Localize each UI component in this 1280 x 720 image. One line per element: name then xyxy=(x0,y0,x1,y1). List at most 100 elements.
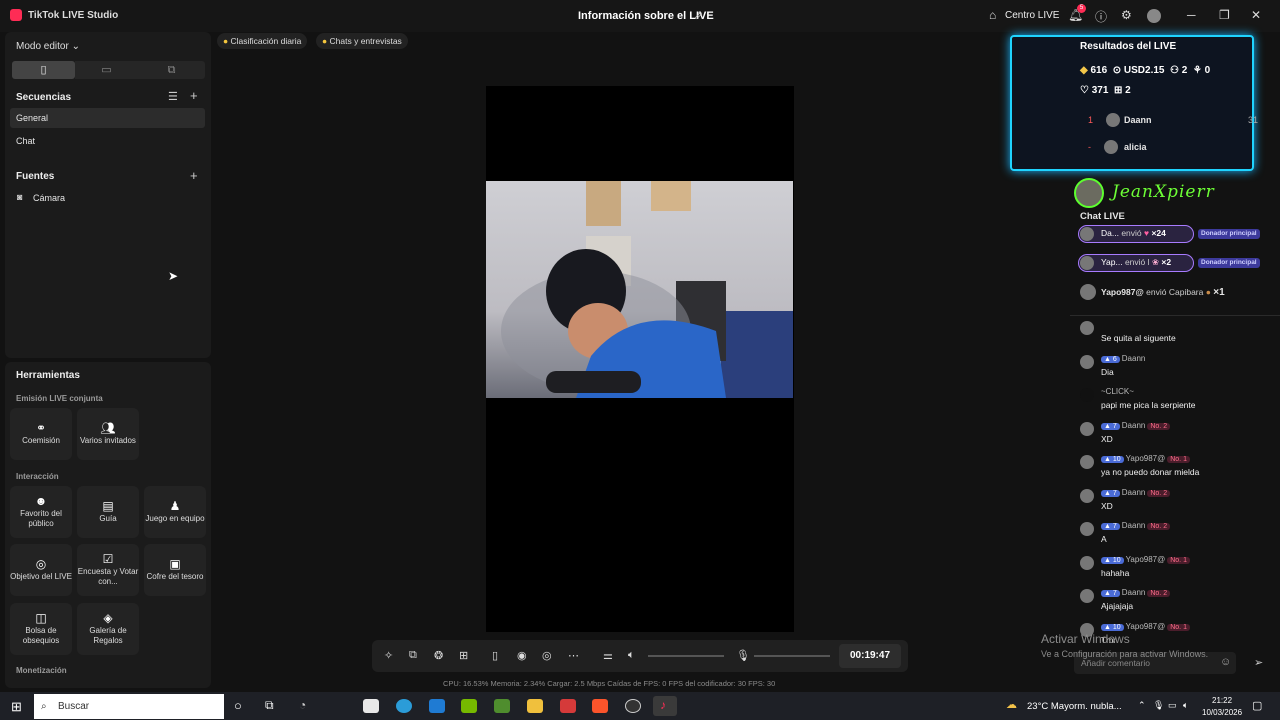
centro-live-button[interactable]: Centro LIVE xyxy=(1005,10,1059,21)
guide-tool[interactable]: ▤ Guía xyxy=(77,486,139,538)
list-icon[interactable]: ☰ xyxy=(168,90,178,103)
weather-text[interactable]: 23°C Mayorm. nubla... xyxy=(1027,701,1122,712)
sequence-item-general[interactable]: General xyxy=(10,108,205,128)
chat-username[interactable]: Daann xyxy=(1122,588,1146,597)
phone-icon[interactable]: ▯ xyxy=(492,649,498,662)
app-icon[interactable] xyxy=(560,699,576,713)
minimize-icon[interactable]: ─ xyxy=(1187,8,1196,22)
poll-tool[interactable]: ☑ Encuesta y Votar con... xyxy=(77,544,139,596)
rank-user[interactable]: alicia xyxy=(1124,142,1147,152)
chat-username[interactable]: Daann xyxy=(1122,521,1146,530)
level-badge: ▲ 7 xyxy=(1101,489,1120,497)
notification-badge: 5 xyxy=(1077,4,1086,13)
mode-label: Modo editor xyxy=(16,41,69,52)
team-game-tool[interactable]: ♟ Juego en equipo xyxy=(144,486,206,538)
settings-gear-icon[interactable]: ⚙ xyxy=(1121,8,1132,22)
network-icon[interactable]: ▭ xyxy=(1168,700,1177,711)
notifications-icon[interactable]: ▢ xyxy=(1252,699,1262,712)
edge-icon[interactable] xyxy=(396,699,412,713)
mail-icon[interactable] xyxy=(429,699,445,713)
avatar[interactable] xyxy=(1147,9,1161,23)
chat-username[interactable]: Daann xyxy=(1122,354,1146,363)
record-icon[interactable]: ◉ xyxy=(517,649,527,662)
cortana-icon[interactable]: ○ xyxy=(234,698,242,713)
capture-icon[interactable]: ◎ xyxy=(542,649,552,662)
magic-wand-icon[interactable]: ✧ xyxy=(384,649,393,662)
mode-selector[interactable]: Modo editor ⌄ xyxy=(16,41,80,52)
chat-username[interactable]: Yapo987@ xyxy=(1126,454,1166,463)
effects-icon[interactable]: ❂ xyxy=(434,649,443,662)
clock-date[interactable]: 10/03/2026 xyxy=(1202,708,1242,717)
dual-layout-button[interactable]: ⧉ xyxy=(138,61,205,79)
screen-capture-icon[interactable]: ⧉ xyxy=(409,649,417,662)
obs-icon[interactable] xyxy=(625,699,641,713)
file-explorer-icon[interactable] xyxy=(527,699,543,713)
speaker-icon[interactable]: 🔈︎ xyxy=(628,649,635,662)
speedometer-icon[interactable]: ◔ xyxy=(299,698,306,712)
maximize-icon[interactable]: ❐ xyxy=(1219,8,1230,22)
task-view-icon[interactable]: ⧉ xyxy=(265,698,274,713)
pill-label: Chats y entrevistas xyxy=(329,36,402,46)
gift-bag-tool[interactable]: ◫ Bolsa de obsequios xyxy=(10,603,72,655)
chat-username[interactable]: Daann xyxy=(1122,421,1146,430)
level-badge: ▲ 7 xyxy=(1101,422,1120,430)
coemision-tool[interactable]: ⚭ Coemisión xyxy=(10,408,72,460)
chat-username[interactable]: Yapo987@ xyxy=(1126,622,1166,631)
home-icon[interactable]: ⌂ xyxy=(989,8,996,22)
tool-label: Galería de Regalos xyxy=(89,625,127,645)
chat-message-text: A xyxy=(1101,534,1107,544)
landscape-layout-button[interactable]: ▭ xyxy=(75,61,138,79)
add-sequence-icon[interactable]: + xyxy=(190,88,198,103)
search-icon: ⌕ xyxy=(41,701,47,712)
clock-time[interactable]: 21:22 xyxy=(1212,696,1232,705)
windows-start-icon[interactable]: ⊞ xyxy=(11,699,22,715)
tiktok-icon: ♪ xyxy=(660,698,666,712)
mixer-icon[interactable]: ⚌ xyxy=(603,649,613,662)
tool-label: Encuesta y Votar con... xyxy=(77,566,139,586)
chat-username[interactable]: Daann xyxy=(1122,488,1146,497)
volume-icon[interactable]: 🔈︎ xyxy=(1183,700,1188,711)
results-title: Resultados del LIVE xyxy=(1080,41,1177,52)
tray-chevron-icon[interactable]: ⌃ xyxy=(1138,700,1146,711)
gift-count: ×1 xyxy=(1213,287,1225,298)
close-icon[interactable]: ✕ xyxy=(1251,8,1261,22)
live-goal-tool[interactable]: ◎ Objetivo del LIVE xyxy=(10,544,72,596)
tiktok-studio-taskbar-icon[interactable]: ♪ xyxy=(653,696,677,716)
treasure-chest-tool[interactable]: ▣ Cofre del tesoro xyxy=(144,544,206,596)
speaker-volume-slider[interactable] xyxy=(648,655,724,657)
help-icon[interactable]: ⓘ xyxy=(1095,8,1107,25)
microphone-icon[interactable]: 🎙︎ xyxy=(736,649,750,662)
gift-gallery-tool[interactable]: ◈ Galería de Regalos xyxy=(77,603,139,655)
store-icon[interactable] xyxy=(363,699,379,713)
avatar xyxy=(1080,589,1094,603)
camera-feed[interactable] xyxy=(486,181,793,398)
live-results-panel: Resultados del LIVE ◆ 616 ⊙ USD2.15 ⚇ 2 … xyxy=(1010,35,1258,171)
share-icon[interactable]: ⇗ xyxy=(694,9,703,22)
mic-volume-slider[interactable] xyxy=(754,655,830,657)
add-source-icon[interactable]: + xyxy=(190,168,198,183)
rank-user[interactable]: Daann xyxy=(1124,115,1152,125)
brave-icon[interactable] xyxy=(592,699,608,713)
more-icon[interactable]: ⋯ xyxy=(568,649,579,662)
chat-username[interactable]: ~CLICK~ xyxy=(1101,387,1134,396)
nvidia-icon[interactable] xyxy=(461,699,477,713)
add-source-button-icon[interactable]: ⊞ xyxy=(459,649,468,662)
mic-tray-icon[interactable]: 🎙︎ xyxy=(1153,700,1164,711)
taskbar-search[interactable]: ⌕ Buscar xyxy=(34,694,224,719)
tiktok-logo-icon xyxy=(10,9,22,21)
portrait-layout-button[interactable]: ▯ xyxy=(12,61,75,79)
sequence-item-chat[interactable]: Chat xyxy=(16,136,35,146)
daily-ranking-pill[interactable]: ● Clasificación diaria xyxy=(217,33,308,49)
chat-username[interactable]: Yapo987@ xyxy=(1126,555,1166,564)
chats-interviews-pill[interactable]: ● Chats y entrevistas xyxy=(316,33,408,49)
send-icon[interactable]: ➢ xyxy=(1254,656,1263,669)
minecraft-icon[interactable] xyxy=(494,699,510,713)
audience-favorite-tool[interactable]: ☻ Favorito del público xyxy=(10,486,72,538)
chat-message-header: ▲ 6 Daann xyxy=(1101,354,1145,363)
usd-value: USD2.15 xyxy=(1123,65,1165,76)
gift-count: ×24 xyxy=(1151,228,1166,238)
emoji-icon[interactable]: ☺ xyxy=(1220,656,1231,668)
source-item-camera[interactable]: Cámara xyxy=(33,193,65,203)
tool-label: Guía xyxy=(99,513,117,523)
multi-guest-tool[interactable]: 👥︎ Varios invitados xyxy=(77,408,139,460)
